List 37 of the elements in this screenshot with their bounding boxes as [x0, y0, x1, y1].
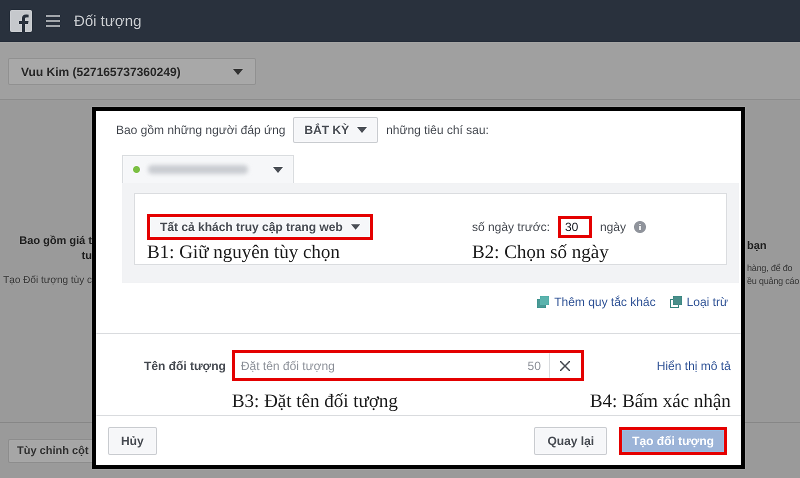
close-icon: [560, 360, 570, 370]
caret-icon: [273, 166, 283, 172]
copy-icon: [537, 296, 550, 308]
back-button[interactable]: Quay lại: [534, 426, 608, 454]
caret-icon: [233, 68, 243, 74]
step-annotation: B4: Bấm xác nhận: [590, 391, 731, 413]
step-annotation: B3: Đặt tên đối tượng: [232, 391, 399, 413]
cancel-button[interactable]: Hủy: [108, 426, 157, 454]
show-description-link[interactable]: Hiển thị mô tả: [656, 358, 731, 372]
card-description: Tạo Đối tượng tùy c: [3, 274, 92, 287]
audience-name-label: Tên đối tượng: [144, 358, 226, 372]
status-dot: [133, 166, 140, 173]
card-description: ều quảng cáo: [747, 275, 800, 288]
card-title: tu: [82, 249, 92, 264]
character-counter: 50: [526, 358, 542, 372]
days-input[interactable]: 30: [558, 216, 592, 238]
visitor-select[interactable]: Tất cả khách truy cập trang web: [147, 214, 373, 240]
add-rule-link[interactable]: Thêm quy tắc khác: [537, 295, 656, 309]
menu-icon[interactable]: [46, 15, 60, 27]
match-select[interactable]: BẮT KỲ: [293, 117, 378, 143]
include-label: Bao gồm những người đáp ứng: [116, 123, 286, 137]
card-title: bạn: [747, 239, 768, 254]
caret-icon: [350, 224, 360, 230]
facebook-logo[interactable]: [10, 10, 32, 32]
days-unit: ngày: [600, 220, 626, 234]
info-icon[interactable]: [634, 221, 646, 233]
step-annotation: B1: Giữ nguyên tùy chọn: [147, 242, 341, 264]
card-description: hàng, để đo: [747, 262, 794, 275]
caret-icon: [357, 127, 368, 133]
step-annotation: B2: Chọn số ngày: [472, 242, 610, 264]
page-title: Đối tượng: [74, 12, 142, 30]
copy-icon: [670, 296, 682, 308]
criteria-label: những tiêu chí sau:: [386, 123, 489, 137]
days-label: số ngày trước:: [472, 220, 550, 234]
exclude-link[interactable]: Loại trừ: [670, 295, 728, 309]
account-selector[interactable]: Vuu Kim (527165737360249): [8, 58, 256, 85]
card-title: Bao gồm giá t: [19, 234, 92, 249]
